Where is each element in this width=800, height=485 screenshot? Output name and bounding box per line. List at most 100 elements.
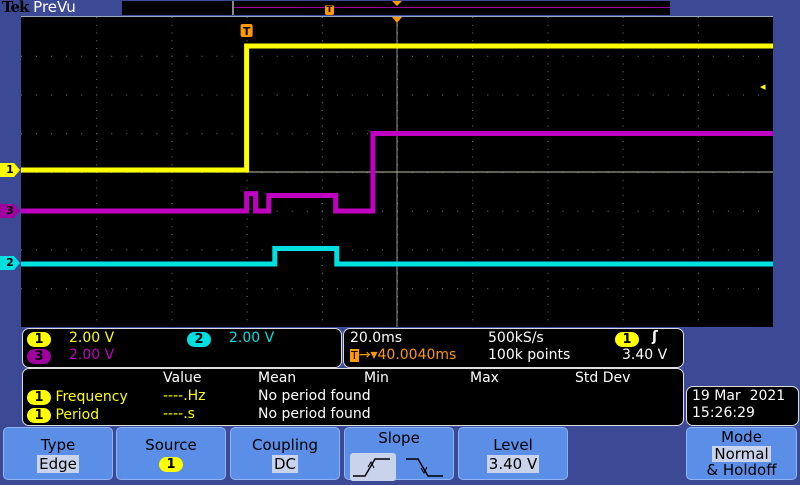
graticule-dot — [547, 234, 549, 235]
graticule-dot — [261, 288, 263, 290]
graticule-dot — [321, 63, 323, 65]
graticule-dot — [321, 164, 323, 166]
frequency-mean: No period found — [258, 388, 371, 404]
ch3-badge[interactable]: 3 — [27, 349, 51, 364]
graticule-dot — [96, 280, 98, 282]
graticule-dot — [622, 288, 624, 290]
graticule-dot — [727, 210, 729, 212]
graticule-dot — [321, 210, 323, 212]
falling-slope-option[interactable] — [403, 453, 449, 481]
slope-button[interactable]: Slope — [344, 427, 454, 481]
graticule-dot — [81, 288, 83, 290]
graticule-dot — [96, 94, 98, 96]
graticule-dot — [547, 40, 549, 42]
brand: Tek PreVu — [2, 0, 76, 16]
type-button[interactable]: Type Edge — [3, 427, 113, 480]
graticule-dot — [727, 249, 729, 251]
graticule-dot — [96, 148, 98, 150]
graticule-dot — [622, 210, 624, 212]
graticule-dot — [51, 249, 53, 251]
graticule-dot — [472, 226, 474, 228]
graticule-dot — [577, 210, 579, 212]
mode-button[interactable]: Mode Normal & Holdoff — [686, 427, 797, 480]
graticule-dot — [96, 195, 98, 197]
graticule-dot — [321, 272, 323, 274]
graticule-dot — [201, 94, 203, 96]
graticule-dot — [472, 94, 474, 96]
graticule-dot — [171, 71, 173, 73]
time-center-marker-icon — [392, 17, 402, 23]
graticule-dot — [156, 288, 158, 290]
graticule-dot — [532, 55, 534, 57]
graticule-dot — [261, 133, 263, 135]
graticule-dot — [21, 94, 22, 96]
measurement-row[interactable]: 1 Period — [27, 407, 99, 423]
graticule-dot — [246, 303, 248, 305]
coupling-button[interactable]: Coupling DC — [230, 427, 340, 480]
graticule-dot — [171, 17, 173, 18]
graticule-dot — [171, 257, 173, 259]
level-button[interactable]: Level 3.40 V — [458, 427, 568, 480]
graticule-dot — [412, 55, 414, 57]
graticule-dot — [592, 288, 594, 290]
graticule-dot — [321, 280, 323, 282]
graticule-dot — [246, 296, 248, 297]
graticule-dot — [96, 272, 98, 274]
graticule-dot — [36, 55, 38, 57]
frequency-value: ----.Hz — [163, 388, 206, 404]
graticule-dot — [171, 141, 173, 142]
trigger-position-label: T — [243, 25, 251, 38]
graticule-dot — [472, 102, 474, 104]
graticule-dot — [66, 94, 68, 96]
graticule-dot — [171, 311, 173, 313]
graticule-dot — [547, 272, 549, 274]
graticule-dot — [622, 280, 624, 282]
graticule-dot — [547, 303, 549, 305]
measurement-row[interactable]: 1 Frequency — [27, 389, 128, 405]
graticule-dot — [622, 218, 624, 220]
graticule-dot — [231, 249, 233, 251]
graticule-dot — [697, 141, 699, 142]
graticule-dot — [697, 86, 699, 88]
source-button[interactable]: Source 1 — [116, 427, 226, 480]
graticule-dot — [472, 187, 474, 189]
ch3-ground-marker[interactable]: 3 — [0, 204, 20, 218]
graticule-dot — [126, 288, 128, 290]
rising-slope-option[interactable] — [350, 453, 396, 481]
header-value: Value — [163, 370, 202, 386]
graticule-dot — [231, 288, 233, 290]
graticule-dot — [682, 210, 684, 212]
graticule-dot — [321, 117, 323, 119]
record-view[interactable]: T — [122, 1, 670, 15]
graticule-dot — [171, 164, 173, 166]
graticule-dot — [472, 164, 474, 166]
graticule-dot — [622, 319, 624, 321]
graticule-dot — [757, 94, 759, 96]
ch1-badge[interactable]: 1 — [27, 332, 51, 347]
graticule-dot — [547, 32, 549, 34]
graticule-dot — [96, 24, 98, 26]
graticule-dot — [472, 63, 474, 65]
waveform-display[interactable]: T — [21, 16, 774, 328]
sample-rate: 500kS/s — [488, 330, 544, 346]
graticule-dot — [156, 94, 158, 96]
graticule-dot — [186, 94, 188, 96]
graticule-dot — [171, 288, 173, 290]
graticule-dot — [637, 55, 639, 57]
graticule-dot — [36, 288, 38, 290]
graticule-dot — [472, 17, 474, 18]
graticule-dot — [547, 24, 549, 26]
ch2-badge[interactable]: 2 — [187, 332, 211, 347]
graticule-dot — [547, 257, 549, 259]
graticule-dot — [186, 288, 188, 290]
graticule-dot — [171, 79, 173, 80]
graticule-dot — [472, 40, 474, 42]
graticule-dot — [96, 110, 98, 111]
graticule-dot — [697, 79, 699, 80]
ch2-ground-marker[interactable]: 2 — [0, 256, 20, 270]
graticule-dot — [276, 94, 278, 96]
graticule-dot — [321, 288, 323, 290]
ch1-ground-marker[interactable]: 1 — [0, 163, 20, 177]
graticule-dot — [697, 71, 699, 73]
graticule-dot — [381, 55, 383, 57]
